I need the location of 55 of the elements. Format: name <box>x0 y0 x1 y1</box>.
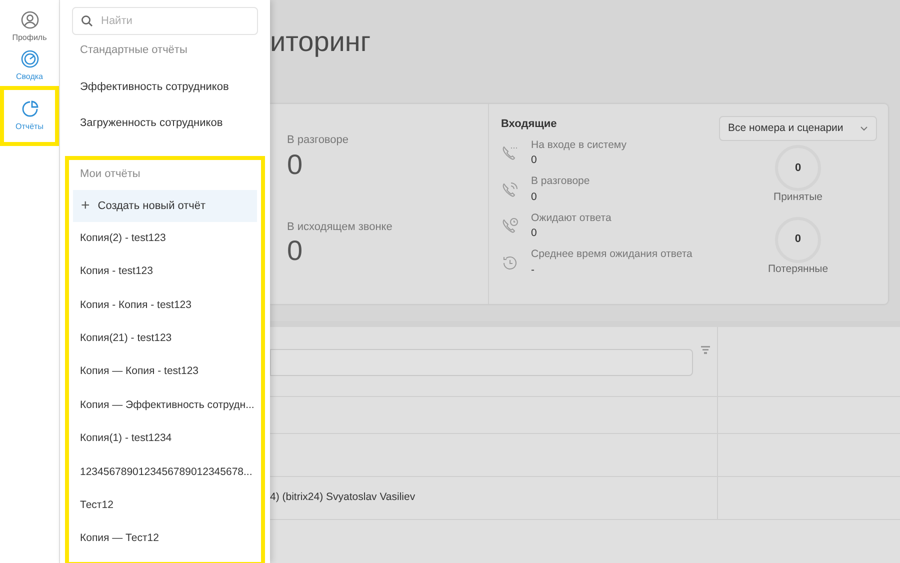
table-cell-text: 4) (bitrix24) Svyatoslav Vasiliev <box>270 490 416 506</box>
stat-label: На входе в систему <box>531 138 627 152</box>
chevron-down-icon <box>860 126 868 131</box>
stat-value: 0 <box>287 150 303 178</box>
gauge-icon <box>20 50 38 68</box>
pie-chart-icon <box>20 100 38 118</box>
stat-value: 0 <box>531 190 537 205</box>
report-item[interactable]: Копия - Копия - test123 <box>80 288 192 322</box>
ring-label: Потерянные <box>768 264 828 274</box>
nav-label: Профиль <box>12 32 47 44</box>
stat-value: 0 <box>287 237 303 265</box>
nav-item[interactable]: Отчёты <box>0 86 59 146</box>
filter-input[interactable] <box>270 349 693 376</box>
section-heading: Стандартные отчёты <box>80 43 188 58</box>
user-icon <box>20 11 38 29</box>
history-clock-icon <box>501 254 519 272</box>
stat-label: В исходящем звонке <box>287 220 392 234</box>
report-item[interactable]: Копия — Эффективность сотрудн... <box>80 388 254 422</box>
search-field[interactable]: Найти <box>72 7 258 35</box>
menu-item[interactable]: Загруженность сотрудников <box>80 115 223 132</box>
nav-item[interactable]: Профиль <box>0 8 59 47</box>
report-item[interactable]: 1234567890123456789012345678... <box>80 456 252 490</box>
plus-glyph: + <box>81 196 90 216</box>
stat-value: - <box>531 262 534 278</box>
report-item[interactable]: Копия(1) - test1234 <box>80 422 172 456</box>
count-ring: 0 <box>775 145 821 191</box>
report-item[interactable]: Копия — Копия - test123 <box>80 356 198 389</box>
phone-dots-icon <box>501 144 519 162</box>
section-heading: Мои отчёты <box>80 166 140 182</box>
report-item[interactable]: Копия(2) - test123 <box>80 222 166 256</box>
stat-value: 0 <box>531 153 537 168</box>
nav-label: Отчёты <box>16 120 44 132</box>
report-item[interactable]: Тест12 <box>80 489 114 523</box>
search-icon <box>81 15 93 27</box>
count-ring: 0 <box>774 216 821 262</box>
report-item[interactable]: Копия(21) - test123 <box>80 322 172 356</box>
stat-label: В разговоре <box>531 174 590 189</box>
ring-label: Принятые <box>774 192 822 202</box>
menu-item[interactable]: Эффективность сотрудников <box>80 78 229 95</box>
stat-label: В разговоре <box>287 133 349 148</box>
stat-label: Ожидают ответа <box>531 210 612 226</box>
phone-clock-icon <box>501 217 519 236</box>
select-value: Все номера и сценарии <box>728 120 844 136</box>
nav-item[interactable]: Сводка <box>0 47 59 86</box>
number-select[interactable]: Все номера и сценарии <box>719 116 877 141</box>
nav-label: Сводка <box>16 71 43 83</box>
create-report-button[interactable]: + Создать новый отчёт <box>73 190 257 222</box>
stat-value: 0 <box>531 226 537 242</box>
section-title: Входящие <box>501 117 557 132</box>
page-title: иторинг <box>270 28 371 56</box>
report-item[interactable]: Копия — Тест12 <box>80 522 159 556</box>
filter-icon[interactable] <box>701 346 710 354</box>
phone-waves-icon <box>501 180 519 199</box>
stat-label: Среднее время ожидания ответа <box>531 247 692 262</box>
report-item[interactable]: Копия - test123 <box>80 255 153 289</box>
